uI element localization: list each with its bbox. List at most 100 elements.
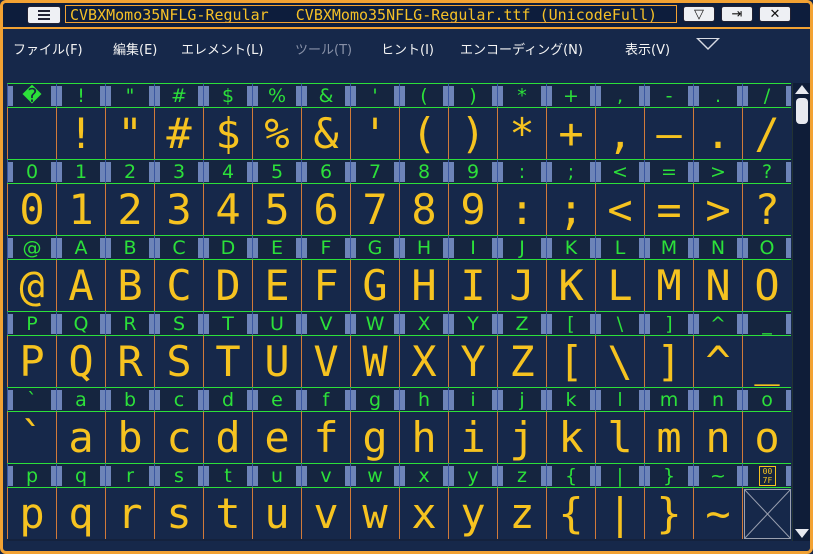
glyph-cell[interactable]: s: [154, 487, 203, 539]
glyph-cell[interactable]: z: [497, 487, 546, 539]
glyph-cell[interactable]: j: [497, 411, 546, 463]
glyph-cell[interactable]: w: [350, 487, 399, 539]
glyph-cell[interactable]: [7, 107, 56, 159]
glyph-cell[interactable]: a: [56, 411, 105, 463]
menu-tools[interactable]: ツール(T): [295, 39, 352, 58]
glyph-cell[interactable]: $: [203, 107, 252, 159]
restore-button[interactable]: ⇥: [721, 6, 753, 22]
glyph-cell[interactable]: X: [399, 335, 448, 387]
glyph-cell[interactable]: q: [56, 487, 105, 539]
glyph-cell[interactable]: U: [252, 335, 301, 387]
glyph-cell[interactable]: |: [595, 487, 644, 539]
glyph-cell[interactable]: 6: [301, 183, 350, 235]
glyph-cell[interactable]: 7: [350, 183, 399, 235]
glyph-cell[interactable]: I: [448, 259, 497, 311]
glyph-cell[interactable]: P: [7, 335, 56, 387]
glyph-cell[interactable]: R: [105, 335, 154, 387]
glyph-cell[interactable]: t: [203, 487, 252, 539]
glyph-cell[interactable]: y: [448, 487, 497, 539]
glyph-cell[interactable]: <: [595, 183, 644, 235]
glyph-cell[interactable]: `: [7, 411, 56, 463]
menu-view[interactable]: 表示(V): [625, 39, 670, 58]
menu-element[interactable]: エレメント(L): [181, 39, 263, 58]
glyph-cell[interactable]: 1: [56, 183, 105, 235]
glyph-cell[interactable]: !: [56, 107, 105, 159]
glyph-cell[interactable]: W: [350, 335, 399, 387]
menu-encoding[interactable]: エンコーディング(N): [460, 39, 583, 58]
glyph-cell[interactable]: ^: [693, 335, 742, 387]
glyph-cell[interactable]: l: [595, 411, 644, 463]
glyph-cell[interactable]: K: [546, 259, 595, 311]
glyph-cell[interactable]: d: [203, 411, 252, 463]
glyph-cell[interactable]: %: [252, 107, 301, 159]
glyph-cell[interactable]: 0: [7, 183, 56, 235]
glyph-cell[interactable]: 9: [448, 183, 497, 235]
glyph-cell[interactable]: 2: [105, 183, 154, 235]
glyph-cell[interactable]: m: [644, 411, 693, 463]
glyph-cell[interactable]: _: [742, 335, 791, 387]
glyph-grid[interactable]: �!! " " # # $ $%% & & ' '(()) * * + +,, - –.. // 0 0 1 1 2 2 3 3 4…: [7, 83, 791, 541]
glyph-cell[interactable]: E: [252, 259, 301, 311]
menu-edit[interactable]: 編集(E): [113, 39, 157, 58]
glyph-cell[interactable]: =: [644, 183, 693, 235]
glyph-cell[interactable]: b: [105, 411, 154, 463]
glyph-cell[interactable]: 8: [399, 183, 448, 235]
glyph-cell[interactable]: J: [497, 259, 546, 311]
glyph-cell[interactable]: 3: [154, 183, 203, 235]
glyph-cell[interactable]: N: [693, 259, 742, 311]
glyph-cell[interactable]: 4: [203, 183, 252, 235]
glyph-cell[interactable]: .: [693, 107, 742, 159]
glyph-cell[interactable]: \: [595, 335, 644, 387]
glyph-cell[interactable]: ?: [742, 183, 791, 235]
glyph-cell[interactable]: x: [399, 487, 448, 539]
glyph-cell[interactable]: u: [252, 487, 301, 539]
glyph-cell[interactable]: ]: [644, 335, 693, 387]
glyph-cell[interactable]: }: [644, 487, 693, 539]
menu-overflow-chevron-icon[interactable]: [696, 38, 720, 50]
title-bar[interactable]: CVBXMomo35NFLG-Regular CVBXMomo35NFLG-Re…: [3, 3, 810, 29]
menu-hints[interactable]: ヒント(I): [381, 39, 434, 58]
glyph-cell[interactable]: C: [154, 259, 203, 311]
minimize-button[interactable]: ▽: [683, 6, 715, 22]
glyph-cell[interactable]: (: [399, 107, 448, 159]
glyph-cell[interactable]: p: [7, 487, 56, 539]
glyph-cell[interactable]: S: [154, 335, 203, 387]
glyph-cell[interactable]: :: [497, 183, 546, 235]
glyph-cell[interactable]: *: [497, 107, 546, 159]
glyph-cell[interactable]: D: [203, 259, 252, 311]
glyph-cell[interactable]: M: [644, 259, 693, 311]
glyph-cell[interactable]: /: [742, 107, 791, 159]
glyph-cell[interactable]: e: [252, 411, 301, 463]
glyph-cell[interactable]: V: [301, 335, 350, 387]
glyph-cell[interactable]: –: [644, 107, 693, 159]
glyph-cell[interactable]: ": [105, 107, 154, 159]
glyph-cell[interactable]: [: [546, 335, 595, 387]
glyph-cell[interactable]: T: [203, 335, 252, 387]
glyph-cell[interactable]: >: [693, 183, 742, 235]
glyph-cell[interactable]: c: [154, 411, 203, 463]
menu-file[interactable]: ファイル(F): [13, 39, 83, 58]
glyph-cell[interactable]: [742, 487, 791, 539]
glyph-cell[interactable]: ': [350, 107, 399, 159]
scroll-down-arrow-icon[interactable]: [795, 529, 809, 538]
glyph-cell[interactable]: r: [105, 487, 154, 539]
vertical-scrollbar[interactable]: [792, 83, 810, 541]
glyph-cell[interactable]: v: [301, 487, 350, 539]
scroll-up-arrow-icon[interactable]: [795, 85, 809, 94]
glyph-cell[interactable]: +: [546, 107, 595, 159]
glyph-cell[interactable]: ~: [693, 487, 742, 539]
glyph-cell[interactable]: h: [399, 411, 448, 463]
glyph-cell[interactable]: o: [742, 411, 791, 463]
glyph-cell[interactable]: O: [742, 259, 791, 311]
window-menu-button[interactable]: [27, 6, 61, 24]
glyph-cell[interactable]: ;: [546, 183, 595, 235]
glyph-cell[interactable]: {: [546, 487, 595, 539]
close-button[interactable]: ✕: [759, 6, 791, 22]
glyph-cell[interactable]: G: [350, 259, 399, 311]
glyph-cell[interactable]: L: [595, 259, 644, 311]
glyph-cell[interactable]: @: [7, 259, 56, 311]
glyph-cell[interactable]: F: [301, 259, 350, 311]
glyph-cell[interactable]: f: [301, 411, 350, 463]
glyph-cell[interactable]: n: [693, 411, 742, 463]
glyph-cell[interactable]: B: [105, 259, 154, 311]
